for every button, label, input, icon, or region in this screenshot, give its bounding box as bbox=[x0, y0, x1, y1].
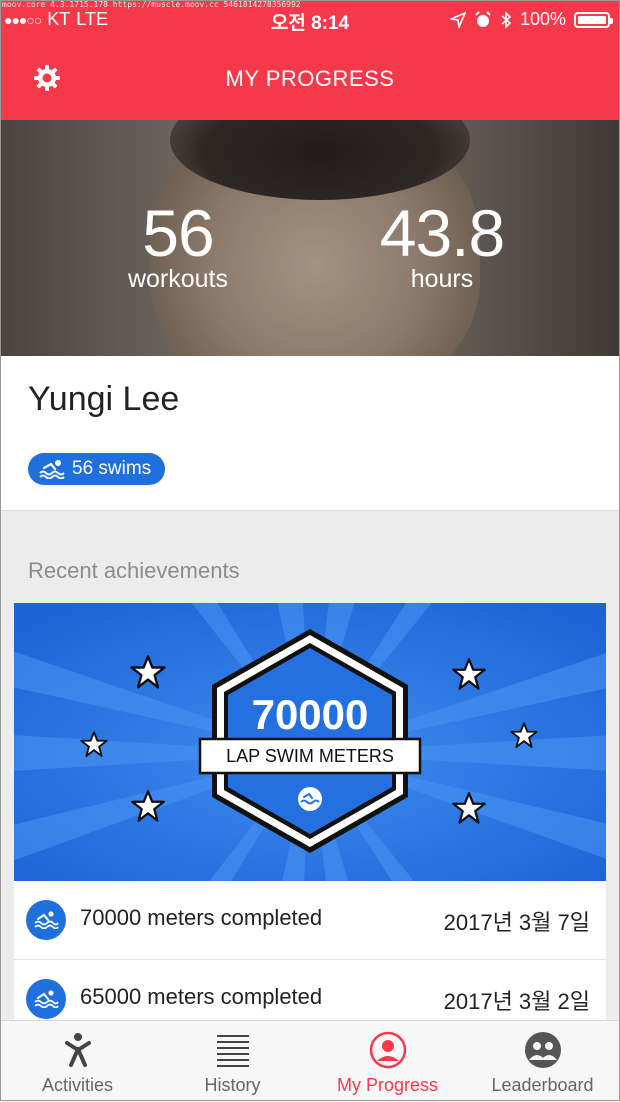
achievement-text: 70000 meters completed bbox=[80, 905, 323, 930]
workouts-stat: 56 workouts bbox=[98, 200, 258, 292]
swim-icon bbox=[26, 900, 66, 940]
battery-percent: 100% bbox=[519, 9, 566, 29]
list-icon bbox=[216, 1035, 249, 1067]
achievement-date: 2017년 3월 2일 bbox=[443, 989, 590, 1014]
tab-my-progress[interactable]: My Progress bbox=[310, 1021, 465, 1102]
swim-icon bbox=[26, 979, 66, 1019]
achievement-date: 2017년 3월 7일 bbox=[443, 910, 590, 935]
tab-label: My Progress bbox=[336, 1075, 439, 1095]
status-right: 100% bbox=[449, 9, 613, 30]
achievement-list: 70000 meters completed 2017년 3월 7일 65000… bbox=[14, 881, 606, 1039]
person-icon bbox=[64, 1033, 91, 1067]
swim-icon bbox=[39, 460, 65, 479]
user-name: Yungi Lee bbox=[28, 380, 180, 418]
hours-label: hours bbox=[410, 265, 474, 293]
achievement-banner[interactable]: 70000 LAP SWIM METERS bbox=[14, 603, 606, 881]
hours-stat: 43.8 hours bbox=[352, 200, 532, 292]
badge-value: 70000 bbox=[252, 691, 369, 738]
tab-label: Activities bbox=[41, 1075, 113, 1095]
page-title: MY PROGRESS bbox=[225, 66, 395, 91]
bluetooth-icon bbox=[501, 10, 512, 29]
battery-icon bbox=[574, 11, 613, 28]
badge-label: LAP SWIM METERS bbox=[226, 746, 394, 766]
list-item[interactable]: 70000 meters completed 2017년 3월 7일 bbox=[14, 881, 606, 960]
avatar-icon bbox=[369, 1031, 406, 1069]
workouts-value: 56 bbox=[142, 196, 214, 270]
alarm-icon bbox=[475, 10, 491, 27]
tab-activities[interactable]: Activities bbox=[0, 1021, 155, 1102]
location-arrow-icon bbox=[449, 11, 466, 28]
profile-hero: 56 workouts 43.8 hours bbox=[0, 120, 620, 356]
swims-badge[interactable]: 56 swims bbox=[28, 453, 166, 485]
tab-history[interactable]: History bbox=[155, 1021, 310, 1102]
profile-card: Yungi Lee 56 swims bbox=[0, 356, 620, 511]
achievement-text: 65000 meters completed bbox=[80, 984, 323, 1009]
status-bar: moov.core 4.3.1715.178 https://muscle.mo… bbox=[0, 0, 620, 38]
workouts-label: workouts bbox=[127, 265, 229, 293]
app-header: MY PROGRESS bbox=[0, 38, 620, 120]
section-title-achievements: Recent achievements bbox=[28, 558, 240, 583]
badge-swim-icon bbox=[298, 787, 322, 811]
tab-label: Leaderboard bbox=[491, 1075, 594, 1095]
tab-label: History bbox=[204, 1075, 261, 1095]
group-icon bbox=[524, 1032, 561, 1068]
tab-bar: Activities History My Progress Leaderboa… bbox=[0, 1020, 620, 1102]
hours-value: 43.8 bbox=[379, 196, 505, 270]
swims-count: 56 swims bbox=[72, 458, 152, 479]
tab-leaderboard[interactable]: Leaderboard bbox=[465, 1021, 620, 1102]
